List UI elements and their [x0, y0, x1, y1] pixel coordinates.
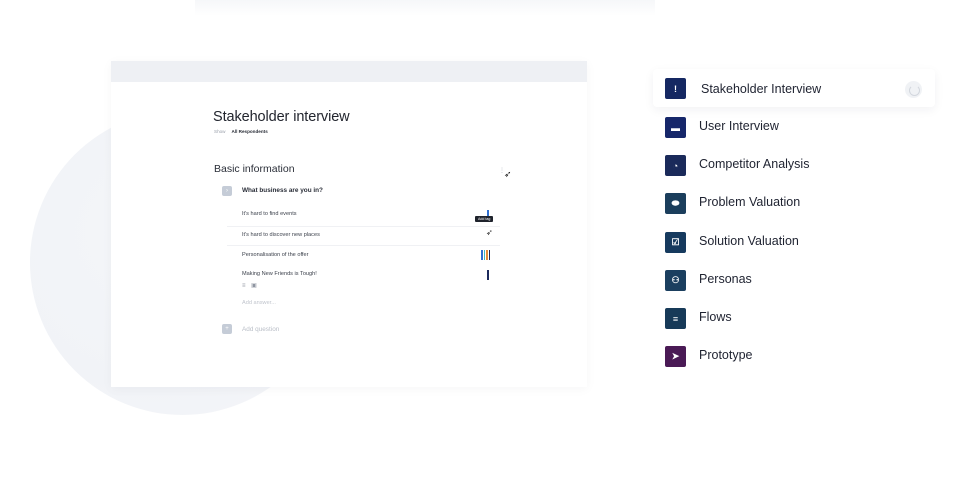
menu-item-prototype[interactable]: ➤ Prototype [653, 336, 935, 374]
answer-tag-bars [481, 250, 490, 260]
menu-item-flows[interactable]: ≡ Flows [653, 298, 935, 336]
menu-item-label: Personas [699, 272, 752, 286]
menu-item-label: Stakeholder Interview [701, 82, 822, 96]
answer-item[interactable]: Making New Friends is Tough! [242, 271, 317, 277]
check-box-icon: ☑ [665, 232, 686, 253]
pie-chart-icon: ◔ [665, 155, 686, 176]
menu-item-user-interview[interactable]: ▬ User Interview [653, 107, 935, 145]
add-answer-input[interactable]: Add answer... [242, 300, 276, 306]
add-question-icon[interactable]: + [222, 324, 232, 334]
answer-item[interactable]: It's hard to find events [242, 211, 297, 217]
respondent-filter-value[interactable]: All Respondents [232, 129, 268, 134]
loading-spinner-icon [905, 81, 922, 98]
menu-item-label: Problem Valuation [699, 195, 801, 209]
answer-tag-bars [487, 270, 489, 280]
exclamation-icon: ! [665, 78, 686, 99]
section-title: Basic information [214, 163, 295, 175]
answer-note-icons[interactable]: ≡ ▣ [242, 282, 259, 289]
eraser-icon: ⬬ [665, 193, 686, 214]
question-text[interactable]: What business are you in? [242, 187, 323, 194]
people-icon: ⚇ [665, 270, 686, 291]
menu-item-label: Prototype [699, 348, 753, 362]
answer-item[interactable]: Personalisation of the offer [242, 252, 308, 258]
menu-item-label: Competitor Analysis [699, 157, 810, 171]
menu-item-personas[interactable]: ⚇ Personas [653, 260, 935, 298]
menu-item-problem-valuation[interactable]: ⬬ Problem Valuation [653, 183, 935, 221]
interview-document: Stakeholder interview Show All Respondent… [111, 61, 587, 387]
document-toolbar [111, 61, 587, 82]
menu-item-label: Solution Valuation [699, 234, 799, 248]
chat-icon: ▬ [665, 117, 686, 138]
menu-item-solution-valuation[interactable]: ☑ Solution Valuation [653, 222, 935, 260]
question-toggle-icon[interactable]: › [222, 186, 232, 196]
add-tag-tooltip: Add tag [475, 216, 494, 222]
add-tag-cursor-icon[interactable]: ➶ [486, 229, 493, 237]
divider [227, 226, 500, 227]
add-question-button[interactable]: Add question [242, 326, 279, 333]
top-fade [195, 0, 655, 16]
menu-item-competitor-analysis[interactable]: ◔ Competitor Analysis [653, 145, 935, 183]
menu-item-label: Flows [699, 310, 732, 324]
respondent-filter[interactable]: Show All Respondents [214, 129, 268, 134]
flow-icon: ≡ [665, 308, 686, 329]
menu-item-stakeholder-interview[interactable]: ! Stakeholder Interview [653, 69, 935, 107]
answer-item[interactable]: It's hard to discover new places [242, 232, 320, 238]
mouse-cursor-icon: ➶ [504, 169, 512, 179]
divider [227, 245, 500, 246]
pointer-icon: ➤ [665, 346, 686, 367]
show-label: Show [214, 129, 226, 134]
page-title: Stakeholder interview [213, 109, 350, 125]
stage: Stakeholder interview Show All Respondent… [0, 0, 972, 498]
menu-item-label: User Interview [699, 119, 779, 133]
